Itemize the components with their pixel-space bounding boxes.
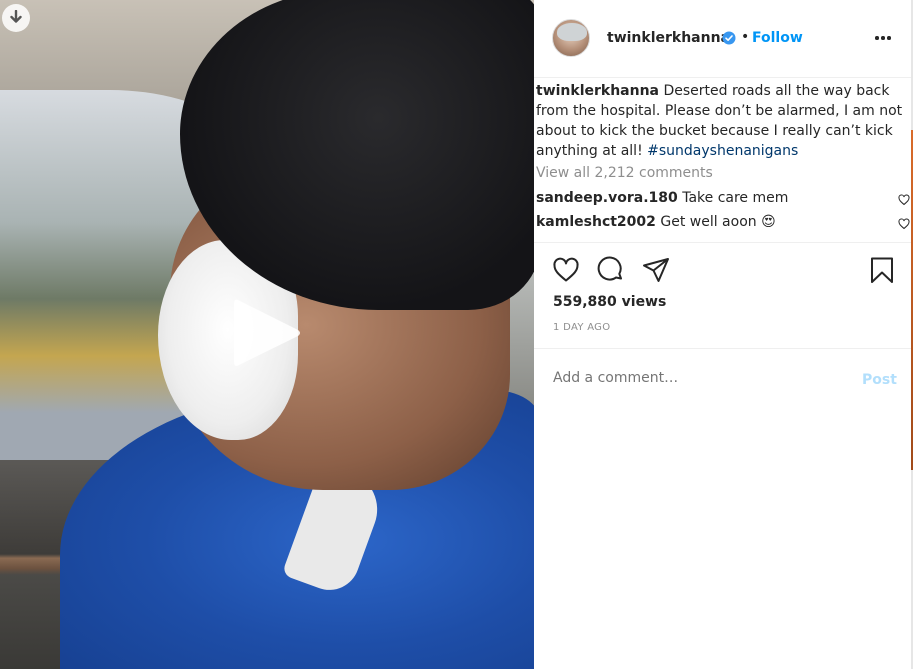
play-icon[interactable] <box>232 296 302 370</box>
more-options-icon[interactable] <box>875 31 893 45</box>
author-username[interactable]: twinklerkhanna <box>607 30 730 46</box>
post-comment-button[interactable]: Post <box>862 372 897 388</box>
comment-username[interactable]: sandeep.vora.180 <box>536 190 678 206</box>
post-caption: twinklerkhanna Deserted roads all the wa… <box>536 81 910 161</box>
comment-like-icon[interactable] <box>898 218 910 230</box>
caption-hashtag[interactable]: #sundayshenanigans <box>647 143 798 159</box>
post-video[interactable] <box>0 0 534 669</box>
comment-username[interactable]: kamleshct2002 <box>536 214 656 230</box>
post-timestamp[interactable]: 1 DAY AGO <box>553 322 610 333</box>
divider <box>534 348 911 349</box>
bookmark-icon[interactable] <box>868 256 896 284</box>
download-icon[interactable] <box>2 4 30 32</box>
share-icon[interactable] <box>642 256 670 284</box>
comment-text: Get well aoon 😍 <box>660 214 776 230</box>
avatar[interactable] <box>552 19 590 57</box>
follow-button[interactable]: Follow <box>752 30 803 46</box>
header-separator: • <box>741 29 750 45</box>
comment-icon[interactable] <box>597 256 625 284</box>
add-comment-input[interactable] <box>553 370 843 386</box>
comment-like-icon[interactable] <box>898 194 910 206</box>
verified-badge-icon <box>722 31 736 45</box>
post-details-panel: twinklerkhanna • Follow twinklerkhanna D… <box>534 0 913 669</box>
post-header: twinklerkhanna • Follow <box>534 0 911 78</box>
instagram-post-view: twinklerkhanna • Follow twinklerkhanna D… <box>0 0 913 669</box>
divider <box>534 242 911 243</box>
caption-username[interactable]: twinklerkhanna <box>536 83 659 99</box>
view-count[interactable]: 559,880 views <box>553 294 666 310</box>
heart-icon[interactable] <box>552 256 580 284</box>
view-all-comments-link[interactable]: View all 2,212 comments <box>536 165 713 181</box>
comment-item: sandeep.vora.180 Take care mem <box>536 190 906 206</box>
comment-text: Take care mem <box>682 190 789 206</box>
comment-item: kamleshct2002 Get well aoon 😍 <box>536 214 906 230</box>
